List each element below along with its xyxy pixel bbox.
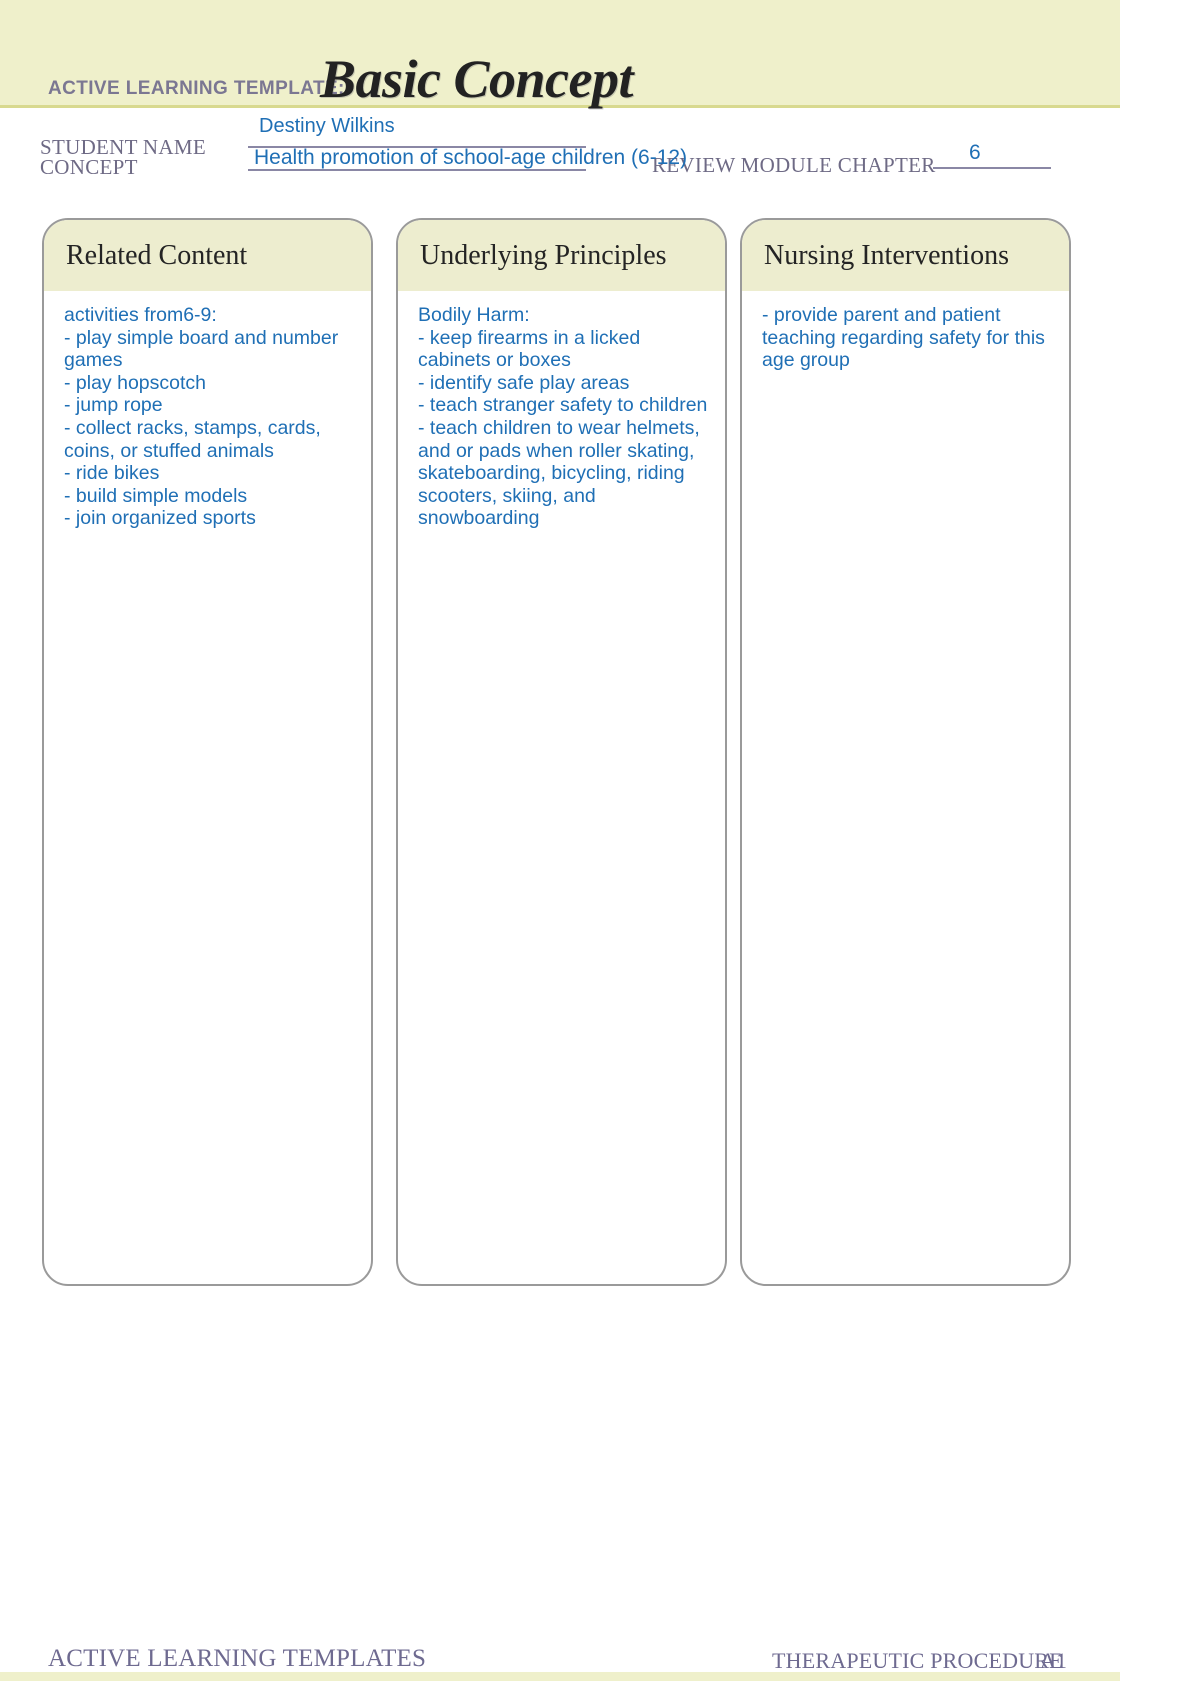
footer-rule: [0, 1672, 1120, 1681]
nursing-interventions-header: Nursing Interventions: [742, 220, 1069, 292]
concept-field[interactable]: Health promotion of school-age children …: [254, 146, 687, 170]
nursing-interventions-text[interactable]: - provide parent and patient teaching re…: [742, 292, 1069, 382]
related-content-header: Related Content: [44, 220, 371, 292]
active-learning-template-label: ACTIVE LEARNING TEMPLATE:: [48, 78, 345, 99]
worksheet-page: ACTIVE LEARNING TEMPLATE: Basic Concept …: [0, 0, 1120, 1697]
page-title: Basic Concept: [320, 49, 634, 109]
underlying-principles-heading: Underlying Principles: [420, 239, 667, 271]
underlying-principles-box: Underlying Principles Bodily Harm: - kee…: [396, 218, 727, 1286]
related-content-heading: Related Content: [66, 239, 248, 271]
concept-label: CONCEPT: [40, 155, 138, 179]
underlying-principles-text[interactable]: Bodily Harm: - keep firearms in a licked…: [398, 292, 725, 540]
student-name-field[interactable]: Destiny Wilkins: [259, 115, 395, 138]
related-content-box: Related Content activities from6-9: - pl…: [42, 218, 373, 1286]
footer-code: A1: [1040, 1648, 1067, 1673]
review-module-chapter-rule: [933, 167, 1051, 169]
underlying-principles-header: Underlying Principles: [398, 220, 725, 292]
review-module-chapter-label: REVIEW MODULE CHAPTER: [652, 153, 936, 177]
footer-brand: ACTIVE LEARNING TEMPLATES: [48, 1645, 427, 1672]
content-columns: Related Content activities from6-9: - pl…: [0, 218, 1120, 1288]
review-module-chapter-field[interactable]: 6: [969, 141, 981, 165]
footer-category: THERAPEUTIC PROCEDURE: [772, 1648, 1063, 1673]
related-content-text[interactable]: activities from6-9: - play simple board …: [44, 292, 371, 540]
nursing-interventions-heading: Nursing Interventions: [764, 239, 1009, 271]
header-banner: ACTIVE LEARNING TEMPLATE: Basic Concept: [0, 0, 1120, 109]
nursing-interventions-box: Nursing Interventions - provide parent a…: [740, 218, 1071, 1286]
